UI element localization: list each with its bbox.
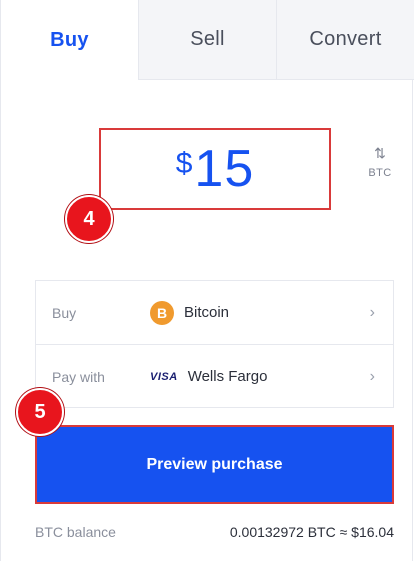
pay-with-row[interactable]: Pay with VISA Wells Fargo › [36, 344, 393, 408]
pay-row-content: VISA Wells Fargo [150, 368, 267, 385]
buy-asset-row[interactable]: Buy B Bitcoin › [36, 281, 393, 344]
step-badge-4: 4 [65, 195, 113, 243]
currency-switch-button[interactable]: ⇅ BTC [367, 145, 393, 179]
pay-row-label: Pay with [52, 368, 105, 385]
payment-method-name: Wells Fargo [187, 368, 268, 385]
swap-arrows-icon: ⇅ [374, 145, 386, 161]
balance-value: 0.00132972 BTC ≈ $16.04 [229, 524, 394, 540]
tab-bar: Buy Sell Convert [1, 0, 414, 80]
chevron-right-icon: › [369, 303, 375, 321]
buy-row-label: Buy [52, 304, 77, 321]
chevron-right-icon: › [369, 367, 375, 385]
order-details: Buy B Bitcoin › Pay with VISA Wells Farg… [35, 280, 394, 408]
visa-icon: VISA [150, 370, 178, 383]
currency-symbol: $ [175, 147, 193, 180]
balance-label: BTC balance [35, 524, 116, 540]
step-badge-5: 5 [16, 388, 64, 436]
buy-asset-name: Bitcoin [184, 304, 230, 321]
amount-input[interactable]: $ 15 [176, 139, 255, 199]
amount-value: 15 [194, 140, 255, 198]
tab-buy[interactable]: Buy [1, 0, 138, 80]
buy-sell-widget: Buy Sell Convert $ 15 ⇅ BTC 4 Buy B Bitc… [0, 0, 414, 561]
preview-purchase-button[interactable]: Preview purchase [35, 425, 394, 504]
amount-input-highlight[interactable]: $ 15 [99, 128, 331, 210]
bitcoin-icon: B [150, 300, 174, 325]
tab-sell[interactable]: Sell [138, 0, 276, 80]
btc-balance: BTC balance 0.00132972 BTC ≈ $16.04 [35, 524, 394, 540]
tab-convert[interactable]: Convert [276, 0, 414, 80]
switch-unit-label: BTC [368, 167, 392, 179]
buy-row-content: B Bitcoin [150, 300, 230, 325]
